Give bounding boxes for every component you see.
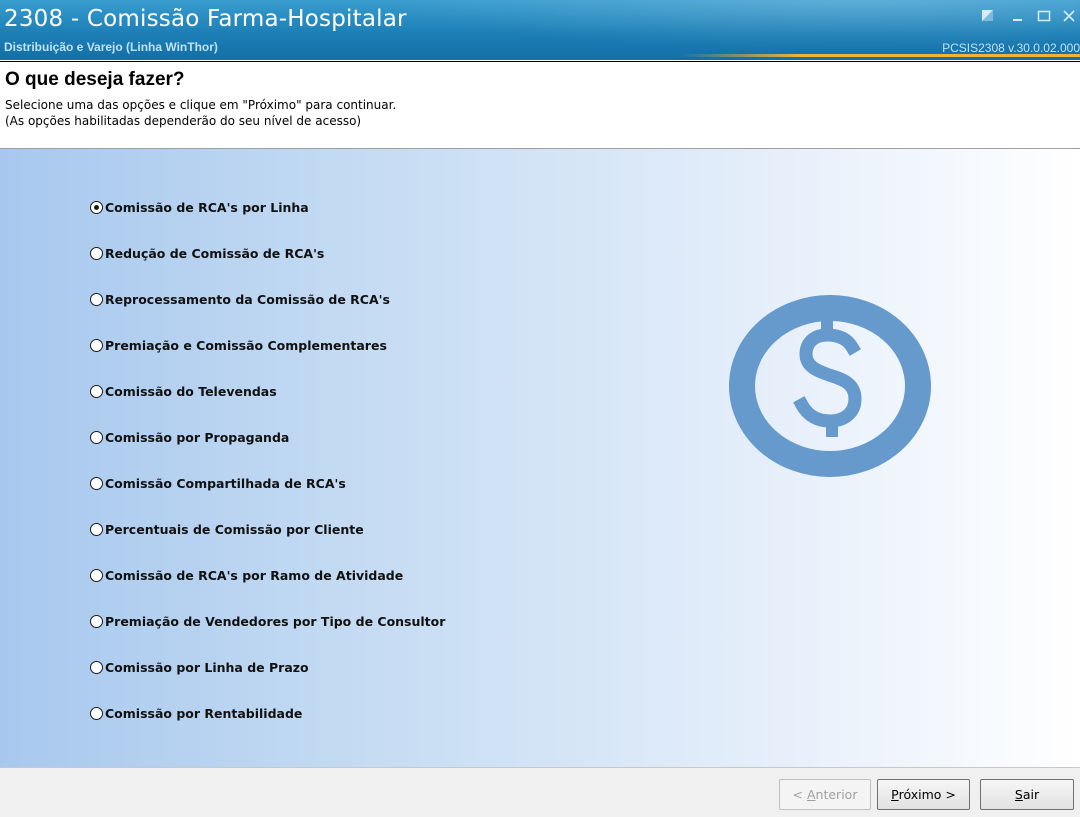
option-percentuais-por-cliente[interactable]: Percentuais de Comissão por Cliente	[90, 519, 364, 539]
title-bar[interactable]: 2308 - Comissão Farma-Hospitalar Distrib…	[0, 0, 1080, 60]
wizard-header: O que deseja fazer? Selecione uma das op…	[0, 61, 1080, 149]
option-comissao-propaganda[interactable]: Comissão por Propaganda	[90, 427, 289, 447]
option-comissao-rentabilidade[interactable]: Comissão por Rentabilidade	[90, 703, 302, 723]
next-suffix: >	[941, 787, 956, 802]
option-label: Premiação e Comissão Complementares	[105, 337, 387, 353]
radio-button[interactable]	[90, 568, 103, 582]
option-label: Reprocessamento da Comissão de RCA's	[105, 291, 390, 307]
option-premiacao-tipo-consultor[interactable]: Premiação de Vendedores por Tipo de Cons…	[90, 611, 445, 631]
exit-button[interactable]: Sair	[980, 779, 1074, 810]
option-label: Comissão por Propaganda	[105, 429, 290, 445]
option-label: Premiação de Vendedores por Tipo de Cons…	[105, 613, 446, 629]
exit-label: air	[1022, 787, 1040, 802]
option-comissao-linha-prazo[interactable]: Comissão por Linha de Prazo	[90, 657, 309, 677]
page-title: O que deseja fazer?	[5, 69, 185, 90]
radio-button[interactable]	[90, 338, 103, 352]
radio-button[interactable]	[90, 706, 103, 720]
radio-button[interactable]	[90, 522, 103, 536]
previous-mnemonic: A	[806, 787, 816, 802]
version-label: PCSIS2308 v.30.0.02.000	[942, 41, 1080, 55]
previous-button[interactable]: < Anterior	[779, 779, 871, 810]
minimize-icon[interactable]	[1010, 8, 1028, 24]
window-subtitle: Distribuição e Varejo (Linha WinThor)	[4, 40, 218, 54]
radio-button[interactable]	[90, 384, 103, 398]
window-title: 2308 - Comissão Farma-Hospitalar	[4, 6, 407, 32]
option-comissao-televendas[interactable]: Comissão do Televendas	[90, 381, 277, 401]
next-button[interactable]: Próximo >	[877, 779, 970, 810]
radio-button[interactable]	[90, 246, 103, 260]
option-comissao-ramo-atividade[interactable]: Comissão de RCA's por Ramo de Atividade	[90, 565, 403, 585]
option-label: Percentuais de Comissão por Cliente	[105, 521, 364, 537]
dollar-coin-icon	[728, 295, 932, 477]
maximize-icon[interactable]	[1036, 8, 1054, 24]
option-reprocessamento-comissao[interactable]: Reprocessamento da Comissão de RCA's	[90, 289, 390, 309]
option-label: Comissão Compartilhada de RCA's	[105, 475, 346, 491]
radio-button[interactable]	[90, 476, 103, 490]
option-label: Comissão por Rentabilidade	[105, 705, 303, 721]
option-label: Comissão por Linha de Prazo	[105, 659, 309, 675]
radio-button[interactable]	[90, 200, 103, 214]
option-reducao-comissao-rca[interactable]: Redução de Comissão de RCA's	[90, 243, 324, 263]
option-label: Comissão do Televendas	[105, 383, 277, 399]
next-label: róximo	[898, 787, 942, 802]
option-premiacao-comissao-complementares[interactable]: Premiação e Comissão Complementares	[90, 335, 387, 355]
radio-button[interactable]	[90, 660, 103, 674]
option-comissao-rca-por-linha[interactable]: Comissão de RCA's por Linha	[90, 197, 309, 217]
radio-button[interactable]	[90, 430, 103, 444]
option-label: Redução de Comissão de RCA's	[105, 245, 325, 261]
previous-prefix: <	[792, 787, 807, 802]
wizard-footer: < Anterior Próximo > Sair	[0, 767, 1080, 817]
option-label: Comissão de RCA's por Linha	[105, 199, 309, 215]
restore-icon[interactable]	[980, 8, 998, 24]
options-panel: Comissão de RCA's por Linha Redução de C…	[0, 149, 1080, 767]
previous-label: nterior	[815, 787, 858, 802]
radio-button[interactable]	[90, 614, 103, 628]
option-label: Comissão de RCA's por Ramo de Atividade	[105, 567, 404, 583]
close-icon[interactable]	[1061, 8, 1079, 24]
access-note-text: (As opções habilitadas dependerão do seu…	[5, 114, 362, 128]
instruction-text: Selecione uma das opções e clique em "Pr…	[5, 98, 397, 112]
radio-button[interactable]	[90, 292, 103, 306]
next-mnemonic: P	[891, 787, 899, 802]
option-comissao-compartilhada[interactable]: Comissão Compartilhada de RCA's	[90, 473, 346, 493]
exit-mnemonic: S	[1014, 787, 1023, 802]
